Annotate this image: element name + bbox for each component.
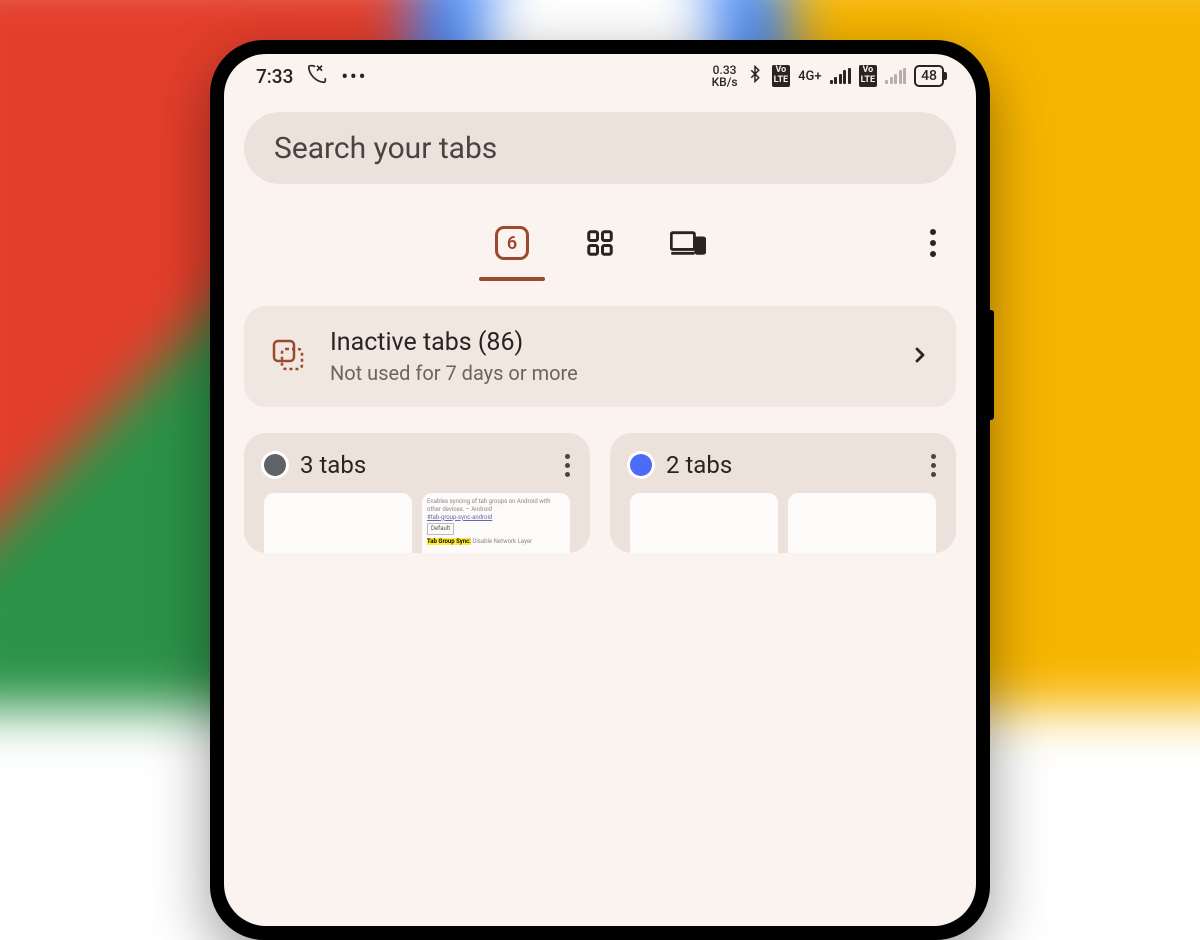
tab-synced-devices[interactable] bbox=[669, 224, 707, 262]
group-overflow-button[interactable] bbox=[565, 454, 570, 477]
tab-group-card[interactable]: 2 tabs bbox=[610, 433, 956, 553]
phone-screen: 7:33 ••• 0.33 KB/s Vo LTE 4G+ Vo LTE bbox=[224, 54, 976, 926]
tab-thumbnail[interactable] bbox=[264, 493, 412, 553]
search-placeholder: Search your tabs bbox=[274, 131, 497, 166]
active-tab-count: 6 bbox=[495, 226, 529, 260]
volte-badge-2: Vo LTE bbox=[859, 65, 878, 87]
network-type: 4G+ bbox=[798, 69, 821, 84]
signal-1-icon bbox=[830, 68, 851, 84]
group-label: 2 tabs bbox=[666, 451, 732, 479]
group-overflow-button[interactable] bbox=[931, 454, 936, 477]
volte-badge-1: Vo LTE bbox=[772, 65, 791, 87]
battery-indicator: 48 bbox=[914, 65, 944, 87]
inactive-tabs-card[interactable]: Inactive tabs (86) Not used for 7 days o… bbox=[244, 306, 956, 407]
tab-thumbnail[interactable] bbox=[788, 493, 936, 553]
inactive-tabs-icon bbox=[268, 335, 308, 379]
more-notifications-icon: ••• bbox=[341, 65, 367, 88]
data-rate: 0.33 KB/s bbox=[712, 64, 738, 88]
search-tabs-input[interactable]: Search your tabs bbox=[244, 112, 956, 184]
tab-switcher-modes: 6 bbox=[244, 212, 956, 274]
missed-call-icon bbox=[307, 64, 327, 89]
inactive-tabs-title: Inactive tabs (86) bbox=[330, 328, 886, 357]
tab-group-card[interactable]: 3 tabs Enables syncing of tab groups on … bbox=[244, 433, 590, 553]
power-button bbox=[988, 310, 994, 420]
tab-active-tabs[interactable]: 6 bbox=[493, 224, 531, 262]
tab-thumbnail[interactable] bbox=[630, 493, 778, 553]
chevron-right-icon bbox=[908, 343, 932, 371]
status-time: 7:33 bbox=[256, 65, 293, 88]
signal-2-icon bbox=[885, 68, 906, 84]
group-color-dot bbox=[630, 454, 652, 476]
status-bar: 7:33 ••• 0.33 KB/s Vo LTE 4G+ Vo LTE bbox=[224, 54, 976, 98]
overflow-menu-button[interactable] bbox=[930, 229, 936, 257]
group-label: 3 tabs bbox=[300, 451, 366, 479]
group-color-dot bbox=[264, 454, 286, 476]
tab-thumbnail[interactable]: Enables syncing of tab groups on Android… bbox=[422, 493, 570, 553]
bluetooth-icon bbox=[746, 65, 764, 87]
inactive-tabs-subtitle: Not used for 7 days or more bbox=[330, 361, 886, 385]
tab-groups[interactable] bbox=[581, 224, 619, 262]
phone-frame: 7:33 ••• 0.33 KB/s Vo LTE 4G+ Vo LTE bbox=[210, 40, 990, 940]
